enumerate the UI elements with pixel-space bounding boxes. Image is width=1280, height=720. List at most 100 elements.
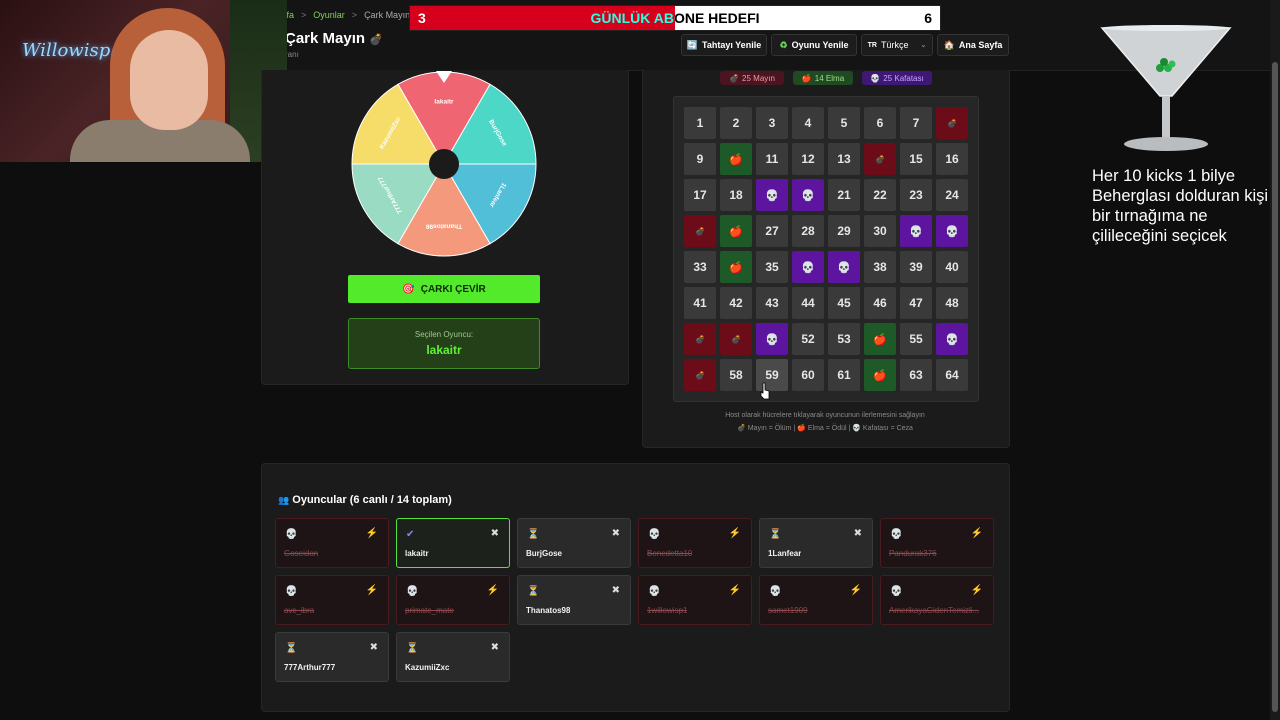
kick-icon[interactable]: ✖ bbox=[612, 528, 620, 539]
lightning-icon[interactable]: ⚡ bbox=[729, 585, 741, 596]
skull-cell[interactable]: 💀 bbox=[792, 251, 824, 283]
number-cell[interactable]: 63 bbox=[900, 359, 932, 391]
number-cell[interactable]: 64 bbox=[936, 359, 968, 391]
number-cell[interactable]: 53 bbox=[828, 323, 860, 355]
kick-icon[interactable]: ✖ bbox=[854, 528, 862, 539]
number-cell[interactable]: 3 bbox=[756, 107, 788, 139]
apple-cell[interactable]: 🍎 bbox=[864, 323, 896, 355]
number-cell[interactable]: 55 bbox=[900, 323, 932, 355]
number-cell[interactable]: 58 bbox=[720, 359, 752, 391]
number-cell[interactable]: 38 bbox=[864, 251, 896, 283]
player-card[interactable]: ✔ ✖ lakaitr bbox=[396, 518, 510, 568]
player-card[interactable]: 💀 ⚡ Goseidon bbox=[275, 518, 389, 568]
player-card[interactable]: ⏳ ✖ 1Lanfear bbox=[759, 518, 873, 568]
number-cell[interactable]: 18 bbox=[720, 179, 752, 211]
mine-count-label: 25 Mayın bbox=[742, 73, 775, 83]
number-cell[interactable]: 12 bbox=[792, 143, 824, 175]
mine-cell[interactable]: 💣 bbox=[684, 359, 716, 391]
number-cell[interactable]: 2 bbox=[720, 107, 752, 139]
home-button[interactable]: 🏠 Ana Sayfa bbox=[937, 34, 1009, 56]
kick-icon[interactable]: ✖ bbox=[612, 585, 620, 596]
number-cell[interactable]: 46 bbox=[864, 287, 896, 319]
number-cell[interactable]: 33 bbox=[684, 251, 716, 283]
number-cell[interactable]: 45 bbox=[828, 287, 860, 319]
number-cell[interactable]: 39 bbox=[900, 251, 932, 283]
number-cell[interactable]: 28 bbox=[792, 215, 824, 247]
number-cell[interactable]: 40 bbox=[936, 251, 968, 283]
apple-cell[interactable]: 🍎 bbox=[720, 251, 752, 283]
lightning-icon[interactable]: ⚡ bbox=[850, 585, 862, 596]
lightning-icon[interactable]: ⚡ bbox=[366, 528, 378, 539]
mine-cell[interactable]: 💣 bbox=[720, 323, 752, 355]
player-card[interactable]: 💀 ⚡ avc_ibra bbox=[275, 575, 389, 625]
lightning-icon[interactable]: ⚡ bbox=[366, 585, 378, 596]
lightning-icon[interactable]: ⚡ bbox=[729, 528, 741, 539]
number-cell[interactable]: 22 bbox=[864, 179, 896, 211]
skull-cell[interactable]: 💀 bbox=[936, 323, 968, 355]
number-cell[interactable]: 48 bbox=[936, 287, 968, 319]
player-card[interactable]: 💀 ⚡ 1willowisp1 bbox=[638, 575, 752, 625]
number-cell[interactable]: 23 bbox=[900, 179, 932, 211]
mine-cell[interactable]: 💣 bbox=[684, 215, 716, 247]
number-cell[interactable]: 60 bbox=[792, 359, 824, 391]
number-cell[interactable]: 11 bbox=[756, 143, 788, 175]
skull-cell[interactable]: 💀 bbox=[756, 179, 788, 211]
skull-cell[interactable]: 💀 bbox=[936, 215, 968, 247]
number-cell[interactable]: 21 bbox=[828, 179, 860, 211]
lightning-icon[interactable]: ⚡ bbox=[971, 585, 983, 596]
number-cell[interactable]: 24 bbox=[936, 179, 968, 211]
lightning-icon[interactable]: ⚡ bbox=[487, 585, 499, 596]
lightning-icon[interactable]: ⚡ bbox=[971, 528, 983, 539]
player-card[interactable]: ⏳ ✖ KazumiiZxc bbox=[396, 632, 510, 682]
player-card[interactable]: 💀 ⚡ samet1909 bbox=[759, 575, 873, 625]
number-cell[interactable]: 1 bbox=[684, 107, 716, 139]
player-card[interactable]: 💀 ⚡ Benedetta10 bbox=[638, 518, 752, 568]
player-card[interactable]: 💀 ⚡ AmerikayaGidenTemizli... bbox=[880, 575, 994, 625]
skull-cell[interactable]: 💀 bbox=[828, 251, 860, 283]
apple-cell[interactable]: 🍎 bbox=[720, 215, 752, 247]
number-cell[interactable]: 44 bbox=[792, 287, 824, 319]
number-cell[interactable]: 52 bbox=[792, 323, 824, 355]
number-cell[interactable]: 4 bbox=[792, 107, 824, 139]
mine-cell[interactable]: 💣 bbox=[684, 323, 716, 355]
number-cell[interactable]: 9 bbox=[684, 143, 716, 175]
spin-wheel-button[interactable]: 🎯 ÇARKI ÇEVİR bbox=[348, 275, 540, 303]
kick-icon[interactable]: ✖ bbox=[370, 642, 378, 653]
player-card[interactable]: ⏳ ✖ BurjGose bbox=[517, 518, 631, 568]
mine-cell[interactable]: 💣 bbox=[864, 143, 896, 175]
refresh-board-button[interactable]: 🔄 Tahtayı Yenile bbox=[681, 34, 767, 56]
number-cell[interactable]: 41 bbox=[684, 287, 716, 319]
number-cell[interactable]: 17 bbox=[684, 179, 716, 211]
scrollbar-thumb[interactable] bbox=[1272, 62, 1278, 712]
number-cell[interactable]: 27 bbox=[756, 215, 788, 247]
number-cell[interactable]: 15 bbox=[900, 143, 932, 175]
number-cell[interactable]: 30 bbox=[864, 215, 896, 247]
apple-cell[interactable]: 🍎 bbox=[720, 143, 752, 175]
number-cell[interactable]: 42 bbox=[720, 287, 752, 319]
number-cell[interactable]: 29 bbox=[828, 215, 860, 247]
number-cell[interactable]: 16 bbox=[936, 143, 968, 175]
number-cell[interactable]: 47 bbox=[900, 287, 932, 319]
number-cell[interactable]: 61 bbox=[828, 359, 860, 391]
restart-game-button[interactable]: ♻ Oyunu Yenile bbox=[771, 34, 857, 56]
number-cell[interactable]: 5 bbox=[828, 107, 860, 139]
skull-cell[interactable]: 💀 bbox=[900, 215, 932, 247]
number-cell[interactable]: 6 bbox=[864, 107, 896, 139]
player-card[interactable]: 💀 ⚡ primate_mate bbox=[396, 575, 510, 625]
number-cell[interactable]: 35 bbox=[756, 251, 788, 283]
player-card[interactable]: 💀 ⚡ Pandurak376 bbox=[880, 518, 994, 568]
mine-cell[interactable]: 💣 bbox=[936, 107, 968, 139]
player-card[interactable]: ⏳ ✖ Thanatos98 bbox=[517, 575, 631, 625]
number-cell[interactable]: 43 bbox=[756, 287, 788, 319]
player-card[interactable]: ⏳ ✖ 777Arthur777 bbox=[275, 632, 389, 682]
language-select[interactable]: TR Türkçe ⌄ bbox=[861, 34, 933, 56]
apple-cell[interactable]: 🍎 bbox=[864, 359, 896, 391]
skull-cell[interactable]: 💀 bbox=[756, 323, 788, 355]
breadcrumb-games[interactable]: Oyunlar bbox=[313, 10, 345, 20]
kick-icon[interactable]: ✖ bbox=[491, 642, 499, 653]
number-cell[interactable]: 7 bbox=[900, 107, 932, 139]
number-cell[interactable]: 13 bbox=[828, 143, 860, 175]
spin-wheel[interactable]: lakaitrBurjGose1LanfearThanatos98777Arth… bbox=[349, 69, 539, 261]
skull-cell[interactable]: 💀 bbox=[792, 179, 824, 211]
kick-icon[interactable]: ✖ bbox=[491, 528, 499, 539]
